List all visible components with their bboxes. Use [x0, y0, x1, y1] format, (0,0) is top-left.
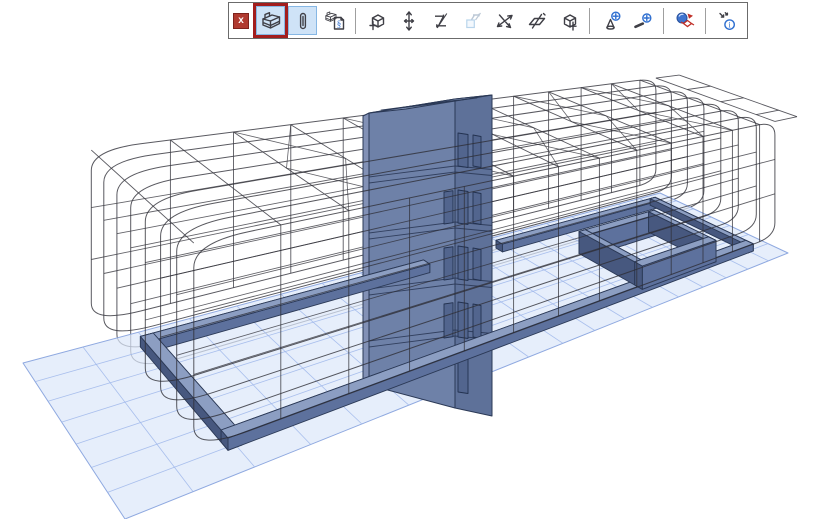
- stretch-icon: [429, 9, 453, 33]
- cube-pin-left-icon: [365, 9, 389, 33]
- cutaway-icon: [673, 9, 697, 33]
- model-viewport[interactable]: [0, 0, 829, 519]
- bench-icon: [259, 9, 283, 33]
- tilt-icon: [525, 9, 549, 33]
- drag-copy-button[interactable]: [554, 6, 583, 35]
- cube-pin-right-icon: [557, 9, 581, 33]
- line-add-icon: [631, 9, 655, 33]
- toolbar-separator: [705, 8, 706, 34]
- add-cone-button[interactable]: [596, 6, 625, 35]
- cutaway-settings-button[interactable]: [670, 6, 699, 35]
- elevate-icon: [397, 9, 421, 33]
- pill-icon: [291, 9, 315, 33]
- floating-toolbar: x § i: [228, 2, 748, 39]
- stretch-gray-icon: [461, 9, 485, 33]
- filter-elements-button[interactable]: [256, 6, 285, 35]
- toolbar-separator: [355, 8, 356, 34]
- elevate-element-button[interactable]: [394, 6, 423, 35]
- cone-add-icon: [599, 9, 623, 33]
- filter-settings-button[interactable]: §: [320, 6, 349, 35]
- bench-doc-icon: §: [323, 9, 347, 33]
- free-move-button[interactable]: [490, 6, 519, 35]
- vertical-element-button[interactable]: [288, 6, 317, 35]
- element-info-button[interactable]: i: [712, 6, 741, 35]
- toolbar-close-button[interactable]: x: [233, 13, 249, 29]
- info-arrows-icon: i: [715, 9, 739, 33]
- toolbar-separator: [589, 8, 590, 34]
- toolbar-separator: [663, 8, 664, 34]
- svg-text:i: i: [728, 19, 731, 29]
- add-line-button[interactable]: [628, 6, 657, 35]
- stretch-disabled-button[interactable]: [458, 6, 487, 35]
- svg-text:§: §: [336, 19, 341, 29]
- stretch-element-button[interactable]: [426, 6, 455, 35]
- tilt-element-button[interactable]: [522, 6, 551, 35]
- cross-arrows-icon: [493, 9, 517, 33]
- drag-element-button[interactable]: [362, 6, 391, 35]
